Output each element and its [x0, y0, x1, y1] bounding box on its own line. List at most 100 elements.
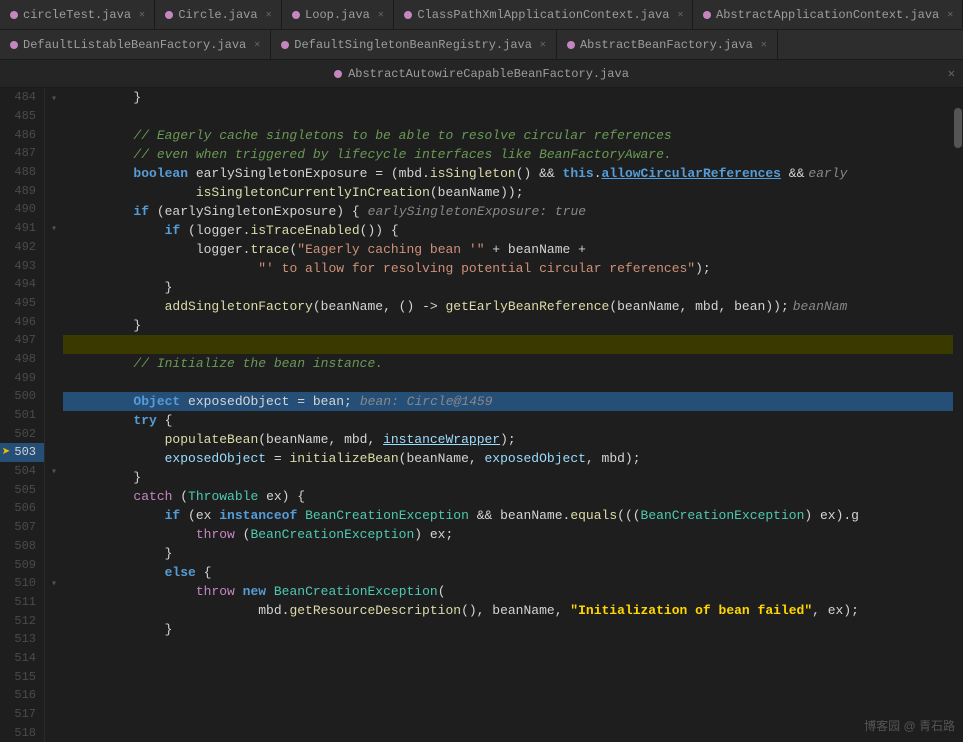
code-line-493: "' to allow for resolving potential circ…: [63, 259, 953, 278]
collapse-icon-8[interactable]: ▾: [46, 221, 62, 239]
collapse-icon-17: [46, 389, 62, 407]
collapse-icon-13: [46, 314, 62, 332]
gutter-line-7: 490: [0, 200, 44, 219]
debug-arrow-icon: ➤: [2, 444, 10, 461]
file-path-label: AbstractAutowireCapableBeanFactory.java: [348, 67, 629, 81]
collapse-icon-14: [46, 333, 62, 351]
tab-defaultlistable[interactable]: DefaultListableBeanFactory.java ✕: [0, 30, 271, 60]
code-line-484: }: [63, 88, 953, 107]
tab-abstractapp[interactable]: AbstractApplicationContext.java ✕: [693, 0, 963, 30]
vertical-scrollbar[interactable]: [953, 88, 963, 742]
code-line-494: }: [63, 278, 953, 297]
collapse-icon-2: [46, 109, 62, 127]
gutter-line-10: 493: [0, 256, 44, 275]
collapse-icon-30: [46, 631, 62, 649]
code-line-510: throw new BeanCreationException(: [63, 582, 953, 601]
gutter-line-28: 511: [0, 593, 44, 612]
code-line-509: else {: [63, 563, 953, 582]
file-path-bar: AbstractAutowireCapableBeanFactory.java …: [0, 60, 963, 88]
code-line-488: boolean earlySingletonExposure = (mbd.is…: [63, 164, 953, 183]
close-defaultlistable[interactable]: ✕: [254, 39, 260, 51]
watermark: 博客园 @ 青石路: [864, 717, 955, 734]
close-abstractapp[interactable]: ✕: [947, 9, 953, 21]
collapse-icon-15: [46, 351, 62, 369]
line-number-gutter: 484 485 486 487 488 489 490 491 492 493 …: [0, 88, 45, 742]
collapse-icon-25: [46, 538, 62, 556]
code-line-491: if (logger.isTraceEnabled()) {: [63, 221, 953, 240]
collapse-icon-32: [46, 668, 62, 686]
code-line-507: throw (BeanCreationException) ex;: [63, 525, 953, 544]
code-line-498: // Initialize the bean instance.: [63, 354, 953, 373]
collapse-icon-22: [46, 482, 62, 500]
code-line-485: [63, 107, 953, 126]
gutter-line-32: 515: [0, 667, 44, 686]
code-line-495: addSingletonFactory(beanName, () -> getE…: [63, 297, 953, 316]
collapse-icon-19: [46, 426, 62, 444]
gutter-line-1: 484: [0, 88, 44, 107]
gutter-line-12: 495: [0, 294, 44, 313]
close-defaultsingleton[interactable]: ✕: [540, 39, 546, 51]
code-line-502: populateBean(beanName, mbd, instanceWrap…: [63, 430, 953, 449]
gutter-line-16: 499: [0, 368, 44, 387]
close-loop[interactable]: ✕: [378, 9, 384, 21]
gutter-line-18: 501: [0, 406, 44, 425]
gutter-line-30: 513: [0, 630, 44, 649]
gutter-line-22: 505: [0, 480, 44, 499]
gutter-line-14: 497: [0, 331, 44, 350]
close-filepath[interactable]: ✕: [948, 66, 955, 81]
gutter-line-21: 504: [0, 462, 44, 481]
gutter-line-24: 507: [0, 518, 44, 537]
collapse-icon-33: [46, 687, 62, 705]
collapse-icon-26: [46, 556, 62, 574]
code-line-487: // even when triggered by lifecycle inte…: [63, 145, 953, 164]
code-line-497: [63, 335, 953, 354]
collapse-icon-10: [46, 258, 62, 276]
gutter-line-13: 496: [0, 312, 44, 331]
gutter-line-29: 512: [0, 611, 44, 630]
gutter-line-19: 502: [0, 424, 44, 443]
collapse-icon-27[interactable]: ▾: [46, 575, 62, 593]
gutter-line-27: 510: [0, 574, 44, 593]
gutter-line-20: ➤ 503: [0, 443, 44, 462]
gutter-line-6: 489: [0, 181, 44, 200]
tab-circle[interactable]: Circle.java ✕: [155, 0, 282, 30]
collapse-icon-21[interactable]: ▾: [46, 463, 62, 481]
close-classpathxml[interactable]: ✕: [677, 9, 683, 21]
collapse-icon-31: [46, 650, 62, 668]
collapse-icon-4: [46, 146, 62, 164]
code-line-506: if (ex instanceof BeanCreationException …: [63, 506, 953, 525]
tab-defaultsingleton[interactable]: DefaultSingletonBeanRegistry.java ✕: [271, 30, 557, 60]
collapse-icon-11: [46, 277, 62, 295]
tab-circletest[interactable]: circleTest.java ✕: [0, 0, 155, 30]
code-line-508: }: [63, 544, 953, 563]
tab-loop[interactable]: Loop.java ✕: [282, 0, 394, 30]
tab-bar-row1: circleTest.java ✕ Circle.java ✕ Loop.jav…: [0, 0, 963, 30]
gutter-line-9: 492: [0, 238, 44, 257]
gutter-line-15: 498: [0, 350, 44, 369]
code-line-511: mbd.getResourceDescription(), beanName, …: [63, 601, 953, 620]
gutter-line-33: 516: [0, 686, 44, 705]
gutter-line-23: 506: [0, 499, 44, 518]
close-circletest[interactable]: ✕: [139, 9, 145, 21]
collapse-icon-18: [46, 407, 62, 425]
close-circle[interactable]: ✕: [266, 9, 272, 21]
gutter-line-4: 487: [0, 144, 44, 163]
collapse-icon-5: [46, 165, 62, 183]
gutter-line-31: 514: [0, 649, 44, 668]
code-line-500: Object exposedObject = bean; bean: Circl…: [63, 392, 953, 411]
collapse-icon-9: [46, 239, 62, 257]
tab-abstractbean[interactable]: AbstractBeanFactory.java ✕: [557, 30, 778, 60]
code-line-492: logger.trace("Eagerly caching bean '" + …: [63, 240, 953, 259]
code-line-512: }: [63, 620, 953, 639]
collapse-icon-24: [46, 519, 62, 537]
collapse-icon-16: [46, 370, 62, 388]
code-line-503: exposedObject = initializeBean(beanName,…: [63, 449, 953, 468]
collapse-icon-1[interactable]: ▾: [46, 90, 62, 108]
collapse-icon-12: [46, 295, 62, 313]
code-line-496: }: [63, 316, 953, 335]
tab-classpathxml[interactable]: ClassPathXmlApplicationContext.java ✕: [394, 0, 693, 30]
close-abstractbean[interactable]: ✕: [761, 39, 767, 51]
gutter-line-3: 486: [0, 125, 44, 144]
collapse-icon-23: [46, 500, 62, 518]
code-content: } // Eagerly cache singletons to be able…: [63, 88, 953, 742]
